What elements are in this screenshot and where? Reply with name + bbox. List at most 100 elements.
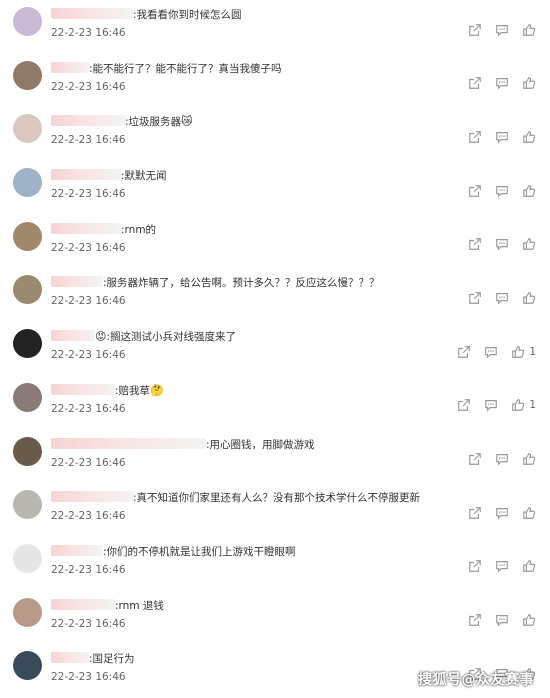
comment-text: :你们的不停机就是让我们上游戏干瞪眼啊	[51, 544, 296, 559]
share-icon[interactable]	[456, 398, 471, 413]
comment-icon[interactable]	[494, 505, 509, 520]
share-icon[interactable]	[467, 129, 482, 144]
like-icon[interactable]	[521, 290, 536, 305]
comment-icon[interactable]	[494, 237, 509, 252]
like-icon[interactable]	[521, 505, 536, 520]
avatar[interactable]	[13, 490, 42, 520]
avatar[interactable]	[13, 275, 42, 305]
like-icon[interactable]	[510, 344, 525, 359]
like-button[interactable]	[521, 559, 536, 574]
like-button[interactable]	[521, 76, 536, 91]
comment-date: 22-2-23 16:46	[51, 671, 126, 684]
comment-actions	[467, 505, 536, 520]
comment-date: 22-2-23 16:46	[51, 349, 126, 362]
comment-actions	[467, 559, 536, 574]
avatar[interactable]	[13, 651, 42, 681]
share-icon[interactable]	[467, 290, 482, 305]
share-icon[interactable]	[467, 76, 482, 91]
share-icon[interactable]	[467, 22, 482, 37]
like-button[interactable]	[521, 237, 536, 252]
like-icon[interactable]	[521, 613, 536, 628]
comment-text: :垃圾服务器😿	[51, 115, 193, 129]
comment-text: :服务器炸辆了，给公告啊。预计多久？？反应这么慢？？？	[51, 276, 380, 290]
share-icon[interactable]	[467, 613, 482, 628]
comment-list: :我看看你到时候怎么圆 22-2-23 16:46 :能不能行了？能不能行了？真当我…	[0, 0, 550, 698]
comment-item: :用心圈钱，用脚做游戏 22-2-23 16:46	[0, 430, 550, 484]
username-blurred[interactable]	[51, 491, 133, 503]
avatar[interactable]	[13, 60, 42, 90]
emoji-icon: 😡	[95, 330, 107, 344]
like-button[interactable]	[521, 22, 536, 37]
share-icon[interactable]	[467, 183, 482, 198]
like-button[interactable]	[521, 613, 536, 628]
avatar[interactable]	[13, 382, 42, 412]
comment-body: :rnm 退钱	[115, 599, 164, 612]
username-blurred[interactable]	[51, 544, 103, 556]
like-icon[interactable]	[521, 76, 536, 91]
like-icon[interactable]	[521, 237, 536, 252]
avatar[interactable]	[13, 543, 42, 573]
comment-item: :默默无闻 22-2-23 16:46	[0, 161, 550, 215]
comment-body: :我看看你到时候怎么圆	[133, 9, 242, 21]
avatar[interactable]	[13, 114, 42, 144]
like-icon[interactable]	[521, 22, 536, 37]
avatar[interactable]	[13, 7, 42, 36]
username-blurred[interactable]	[51, 61, 89, 73]
like-button[interactable]	[521, 183, 536, 198]
username-blurred[interactable]	[51, 115, 125, 127]
share-icon[interactable]	[456, 344, 471, 359]
like-icon[interactable]	[521, 452, 536, 467]
avatar[interactable]	[13, 221, 42, 251]
comment-icon[interactable]	[494, 613, 509, 628]
comment-icon[interactable]	[494, 559, 509, 574]
like-button[interactable]	[521, 452, 536, 467]
like-button[interactable]: 1	[510, 398, 536, 413]
share-icon[interactable]	[467, 505, 482, 520]
share-icon[interactable]	[467, 237, 482, 252]
comment-body: :服务器炸辆了，给公告啊。预计多久？？反应这么慢？？？	[103, 277, 380, 290]
avatar[interactable]	[13, 329, 42, 359]
emoji-icon: 🤔	[150, 383, 164, 397]
comment-date: 22-2-23 16:46	[51, 80, 126, 93]
username-blurred[interactable]	[51, 276, 103, 288]
username-blurred[interactable]	[51, 437, 206, 449]
username-blurred[interactable]	[51, 652, 89, 664]
comment-icon[interactable]	[494, 76, 509, 91]
like-button[interactable]: 1	[510, 344, 536, 359]
avatar[interactable]	[13, 597, 42, 627]
like-icon[interactable]	[521, 559, 536, 574]
avatar[interactable]	[13, 436, 42, 466]
like-button[interactable]	[521, 129, 536, 144]
comment-date: 22-2-23 16:46	[51, 27, 126, 39]
username-blurred[interactable]	[51, 8, 133, 19]
comment-item: :我看看你到时候怎么圆 22-2-23 16:46	[0, 0, 550, 54]
comment-icon[interactable]	[494, 183, 509, 198]
share-icon[interactable]	[467, 559, 482, 574]
comment-text: :能不能行了？能不能行了？真当我傻子吗	[51, 61, 282, 76]
like-icon[interactable]	[510, 398, 525, 413]
comment-icon[interactable]	[494, 452, 509, 467]
like-button[interactable]	[521, 505, 536, 520]
like-icon[interactable]	[521, 183, 536, 198]
like-button[interactable]	[521, 290, 536, 305]
like-icon[interactable]	[521, 129, 536, 144]
comment-icon[interactable]	[483, 344, 498, 359]
share-icon[interactable]	[467, 452, 482, 467]
comment-icon[interactable]	[483, 398, 498, 413]
username-blurred[interactable]	[51, 598, 115, 610]
username-blurred[interactable]	[51, 169, 121, 181]
comment-icon[interactable]	[494, 290, 509, 305]
comment-date: 22-2-23 16:46	[51, 188, 126, 201]
comment-body: :国足行为	[89, 653, 135, 666]
username-blurred[interactable]	[51, 330, 95, 342]
username-blurred[interactable]	[51, 222, 121, 234]
comment-icon[interactable]	[494, 22, 509, 37]
comment-date: 22-2-23 16:46	[51, 510, 126, 523]
comment-icon[interactable]	[494, 129, 509, 144]
comment-body: :真不知道你们家里还有人么？没有那个技术学什么不停服更新	[133, 492, 421, 505]
like-count: 1	[529, 345, 536, 358]
avatar[interactable]	[13, 168, 42, 198]
comment-actions	[467, 76, 536, 91]
username-blurred[interactable]	[51, 383, 115, 395]
comment-item: :rnm 退钱 22-2-23 16:46	[0, 591, 550, 645]
